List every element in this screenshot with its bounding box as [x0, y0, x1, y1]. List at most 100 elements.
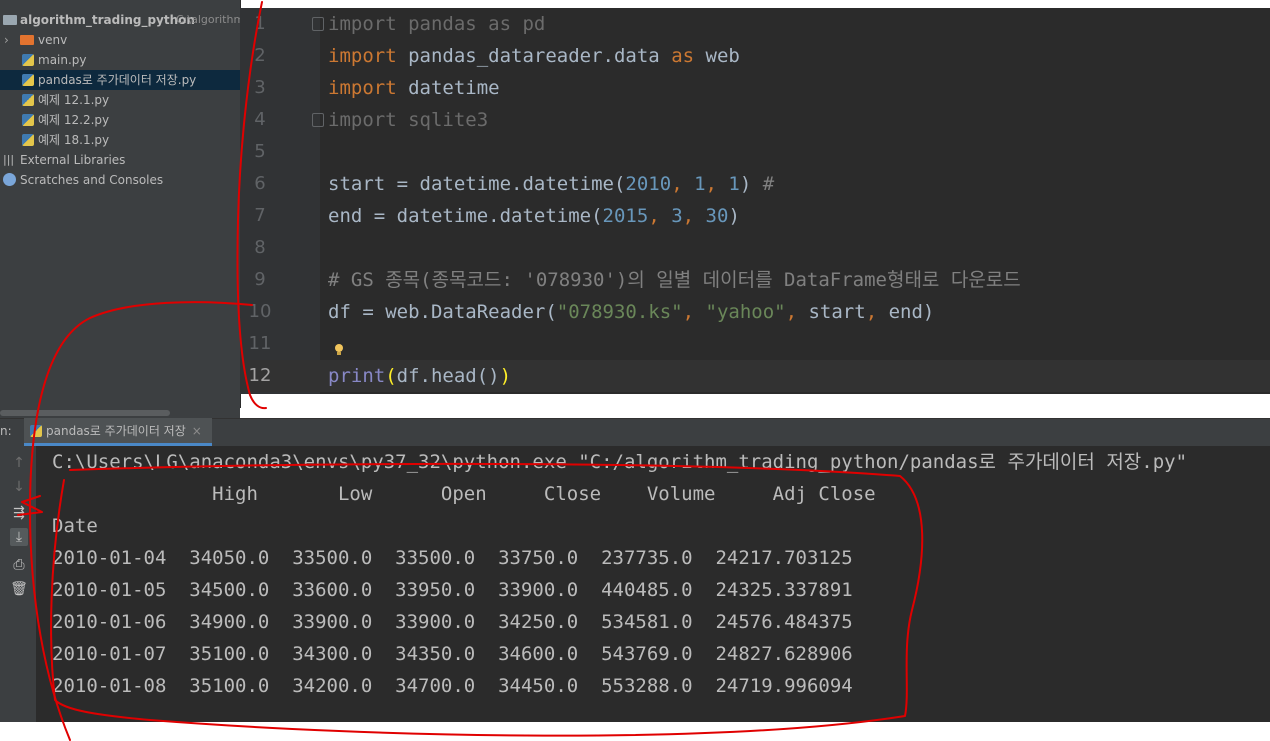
- project-tree: algorithm_trading_python C:\algorithm › …: [0, 0, 241, 408]
- console-command: C:\Users\LG\anaconda3\envs\py37_32\pytho…: [52, 451, 1188, 473]
- console-row: 2010-01-07 35100.0 34300.0 34350.0 34600…: [52, 643, 853, 665]
- close-icon[interactable]: ×: [192, 424, 202, 438]
- print-icon[interactable]: ⎙: [10, 556, 28, 574]
- code-text: start: [808, 301, 866, 323]
- code-line-9-comment: # GS 종목(종목코드: '078930')의 일별 데이터를 DataFra…: [328, 269, 1021, 291]
- scratches-icon: [3, 173, 16, 186]
- code-text: pandas as pd: [396, 13, 546, 35]
- keyword: import: [328, 45, 397, 67]
- code-text: start = datetime.datetime(: [328, 173, 626, 195]
- code-line-7: end = datetime.datetime(2015, 3, 30): [328, 200, 740, 232]
- code-text: web: [694, 45, 740, 67]
- blank-area: [0, 722, 1270, 741]
- run-label: n:: [0, 424, 12, 438]
- comma: ,: [682, 205, 706, 227]
- code-line-2: import pandas_datareader.data as web: [328, 40, 740, 72]
- code-line-3: import datetime: [328, 72, 500, 104]
- string-literal: "yahoo": [705, 301, 786, 323]
- scrollbar-thumb[interactable]: [0, 410, 170, 416]
- code-line-1: import pandas as pd: [328, 8, 545, 40]
- library-icon: |||: [3, 153, 15, 166]
- line-number: 5: [254, 141, 266, 162]
- line-number: 3: [254, 77, 266, 98]
- tree-item-external-libraries[interactable]: ||| External Libraries: [0, 150, 240, 170]
- run-toolbar: ↑ ↓ ⇶ ⤓ ⎙ 🗑: [0, 446, 36, 722]
- paren-highlight: ): [499, 365, 512, 387]
- tree-item-label: pandas로 주가데이터 저장.py: [38, 73, 197, 87]
- console-row: 2010-01-06 34900.0 33900.0 33900.0 34250…: [52, 611, 853, 633]
- keyword: import: [328, 13, 397, 35]
- chevron-right-icon[interactable]: ›: [4, 30, 9, 50]
- tree-item-main[interactable]: main.py: [0, 50, 240, 70]
- run-tab-label: pandas로 주가데이터 저장: [46, 424, 186, 438]
- tree-item-label: 예제 12.1.py: [38, 93, 110, 107]
- trash-icon[interactable]: 🗑: [10, 580, 28, 598]
- folder-icon: [20, 35, 34, 45]
- line-number: 1: [254, 13, 266, 34]
- keyword: import: [328, 77, 397, 99]
- number-literal: 30: [705, 205, 729, 227]
- soft-wrap-icon[interactable]: ⇶: [10, 504, 28, 522]
- number-literal: 1: [728, 173, 740, 195]
- line-number: 10: [248, 301, 272, 322]
- tree-root[interactable]: algorithm_trading_python C:\algorithm: [0, 10, 240, 30]
- python-file-icon: [22, 74, 34, 86]
- line-number: 2: [254, 45, 266, 66]
- scroll-up-icon[interactable]: ↑: [10, 454, 28, 472]
- line-number: 8: [254, 237, 266, 258]
- line-number: 9: [254, 269, 266, 290]
- python-file-icon: [22, 94, 34, 106]
- comma: ,: [865, 301, 889, 323]
- python-file-icon: [30, 425, 42, 437]
- tree-item-example-12-1[interactable]: 예제 12.1.py: [0, 90, 240, 110]
- tree-item-example-18-1[interactable]: 예제 18.1.py: [0, 130, 240, 150]
- code-line-10: df = web.DataReader("078930.ks", "yahoo"…: [328, 296, 934, 328]
- code-line-6: start = datetime.datetime(2010, 1, 1) #: [328, 168, 774, 200]
- number-literal: 1: [694, 173, 706, 195]
- tree-item-label: main.py: [38, 53, 87, 67]
- console-columns: High Low Open Close Volume Adj Close: [52, 483, 876, 505]
- comment: #: [762, 173, 775, 195]
- line-number: 11: [248, 333, 272, 354]
- python-file-icon: [22, 134, 34, 146]
- code-text: datetime: [396, 77, 500, 99]
- tree-item-example-12-2[interactable]: 예제 12.2.py: [0, 110, 240, 130]
- tree-item-pandas-script[interactable]: pandas로 주가데이터 저장.py: [0, 70, 240, 90]
- comma: ,: [682, 301, 706, 323]
- console-row: 2010-01-08 35100.0 34200.0 34700.0 34450…: [52, 675, 853, 697]
- tree-item-label: 예제 18.1.py: [38, 133, 110, 147]
- number-literal: 2015: [602, 205, 649, 227]
- comma: ,: [648, 205, 672, 227]
- code-text: df = web.DataReader(: [328, 301, 557, 323]
- builtin-function: print: [328, 365, 386, 387]
- tree-item-venv[interactable]: › venv: [0, 30, 240, 50]
- project-scrollbar[interactable]: [0, 408, 240, 418]
- paren-highlight: (: [385, 365, 397, 387]
- tree-item-label: venv: [38, 33, 68, 47]
- root-path: C:\algorithm: [176, 13, 240, 26]
- code-text: sqlite3: [396, 109, 489, 131]
- console-row: 2010-01-04 34050.0 33500.0 33500.0 33750…: [52, 547, 853, 569]
- code-text: df.head(): [396, 365, 500, 387]
- scroll-down-icon[interactable]: ↓: [10, 478, 28, 496]
- comma: ,: [671, 173, 695, 195]
- code-line-12: print(df.head()): [328, 360, 511, 392]
- code-text: end: [888, 301, 923, 323]
- root-name: algorithm_trading_python: [20, 13, 195, 27]
- run-tab[interactable]: pandas로 주가데이터 저장 ×: [24, 418, 212, 446]
- code-text: end = datetime.datetime(: [328, 205, 603, 227]
- code-text: ): [922, 301, 935, 323]
- comma: ,: [785, 301, 809, 323]
- fold-marker-icon[interactable]: [312, 113, 324, 127]
- tree-item-label: 예제 12.2.py: [38, 113, 110, 127]
- folder-icon: [3, 15, 17, 25]
- code-line-4: import sqlite3: [328, 104, 488, 136]
- console-index-name: Date: [52, 515, 98, 537]
- scroll-to-end-icon[interactable]: ⤓: [10, 528, 28, 546]
- tree-item-label: Scratches and Consoles: [20, 173, 164, 187]
- tree-item-scratches[interactable]: Scratches and Consoles: [0, 170, 240, 190]
- fold-marker-icon[interactable]: [312, 17, 324, 31]
- lightbulb-icon[interactable]: [334, 344, 344, 356]
- keyword: import: [328, 109, 397, 131]
- line-number: 6: [254, 173, 266, 194]
